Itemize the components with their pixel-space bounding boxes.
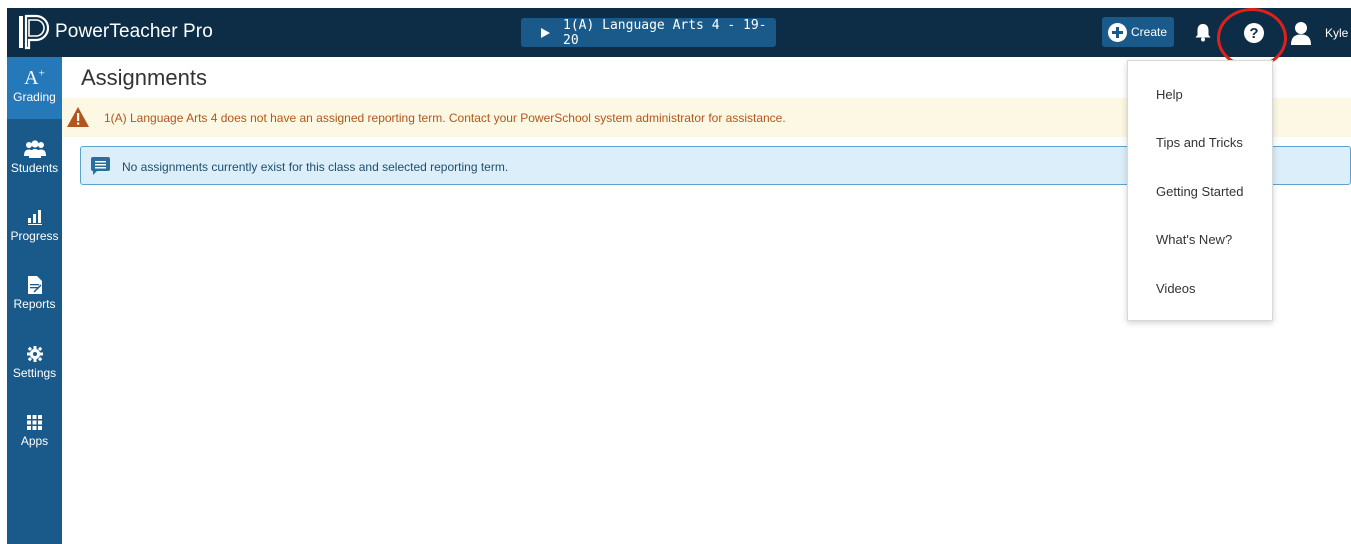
plus-circle-icon xyxy=(1108,22,1127,42)
sidebar-item-students[interactable]: Students xyxy=(7,128,62,190)
left-edge xyxy=(0,0,7,544)
app-title: PowerTeacher Pro xyxy=(55,21,213,42)
grading-icon: A+ xyxy=(24,66,45,89)
sidebar-item-settings[interactable]: Settings xyxy=(7,333,62,395)
menu-item-help[interactable]: Help xyxy=(1156,87,1183,102)
apps-grid-icon xyxy=(27,411,42,433)
sidebar-item-label: Progress xyxy=(10,229,59,243)
highlight-ring xyxy=(1217,8,1287,68)
class-selector-label: 1(A) Language Arts 4 - 19-20 xyxy=(563,17,767,48)
sidebar-item-label: Apps xyxy=(20,434,49,448)
create-button[interactable]: Create xyxy=(1102,17,1174,47)
students-icon xyxy=(23,138,47,160)
sidebar-item-grading[interactable]: A+ Grading xyxy=(7,57,62,119)
help-dropdown-menu: Help Tips and Tricks Getting Started Wha… xyxy=(1127,60,1273,321)
progress-icon xyxy=(27,206,42,228)
warning-triangle-icon xyxy=(67,107,89,127)
class-selector-button[interactable]: 1(A) Language Arts 4 - 19-20 xyxy=(521,17,776,48)
page-title: Assignments xyxy=(81,65,207,90)
bell-icon[interactable] xyxy=(1193,22,1213,42)
warning-message: 1(A) Language Arts 4 does not have an as… xyxy=(104,111,786,125)
sidebar-item-label: Grading xyxy=(13,90,56,104)
sidebar-item-progress[interactable]: Progress xyxy=(7,196,62,258)
sidebar-item-apps[interactable]: Apps xyxy=(7,401,62,463)
sidebar-item-reports[interactable]: Reports xyxy=(7,264,62,326)
sidebar-item-label: Reports xyxy=(13,297,56,311)
create-button-label: Create xyxy=(1131,25,1168,39)
user-name[interactable]: Kyle xyxy=(1325,26,1351,40)
info-message: No assignments currently exist for this … xyxy=(122,160,509,174)
play-triangle-icon xyxy=(541,27,550,38)
message-icon xyxy=(91,157,110,175)
top-bar: PowerTeacher Pro 1(A) Language Arts 4 - … xyxy=(7,8,1351,68)
menu-item-getting-started[interactable]: Getting Started xyxy=(1156,184,1243,199)
powerschool-logo-icon xyxy=(19,14,50,50)
sidebar-item-label: Settings xyxy=(12,366,57,380)
gear-icon xyxy=(26,343,43,365)
sidebar: A+ Grading Students Progress Reports Set… xyxy=(7,57,62,544)
menu-item-tips-and-tricks[interactable]: Tips and Tricks xyxy=(1156,135,1243,150)
sidebar-item-label: Students xyxy=(10,161,59,175)
reports-icon xyxy=(27,274,42,296)
user-icon[interactable] xyxy=(1290,21,1312,45)
menu-item-videos[interactable]: Videos xyxy=(1156,281,1196,296)
menu-item-whats-new[interactable]: What's New? xyxy=(1156,232,1232,247)
